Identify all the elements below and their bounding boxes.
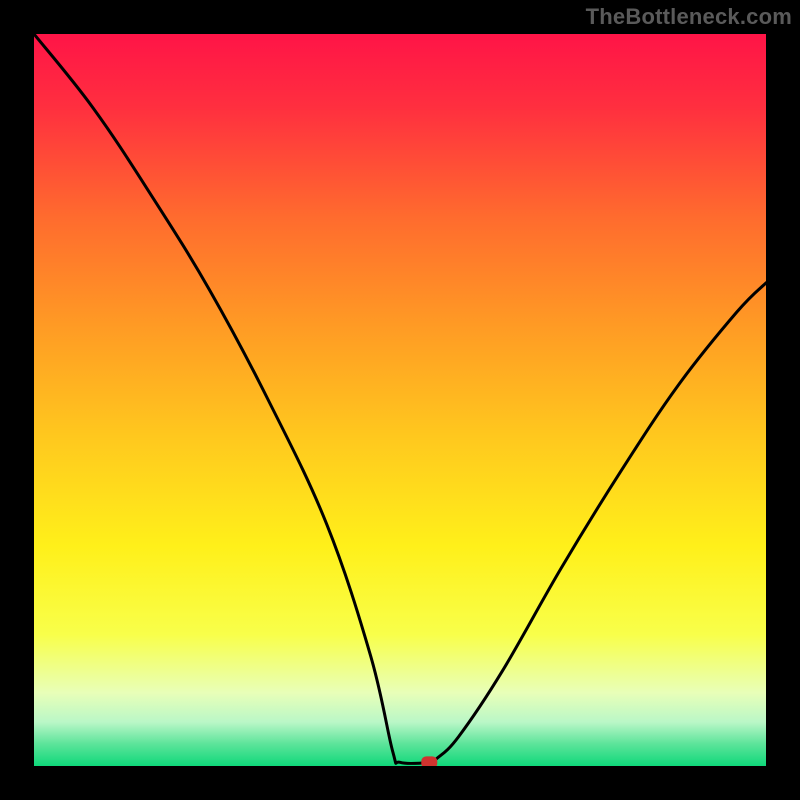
watermark-text: TheBottleneck.com [586, 4, 792, 30]
chart-background [34, 34, 766, 766]
chart-plot-area [34, 34, 766, 766]
optimal-marker [421, 756, 437, 766]
